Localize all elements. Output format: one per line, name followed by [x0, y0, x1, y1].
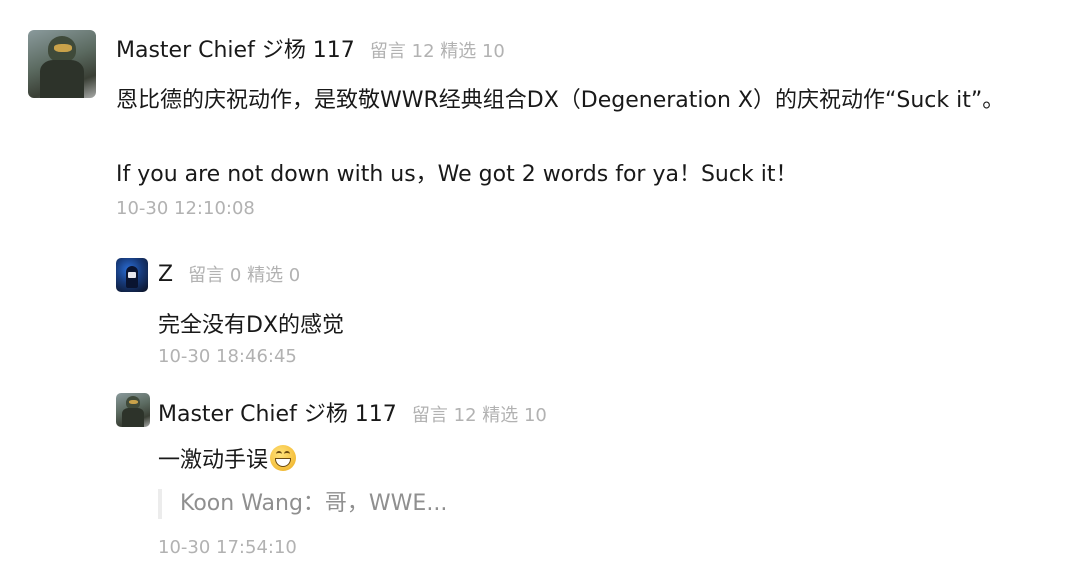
author-name[interactable]: Z	[158, 262, 173, 287]
quote-text: Koon Wang：哥，WWE...	[180, 491, 448, 516]
grinning-face-emoji-icon	[270, 445, 297, 471]
reply-header: Z 留言 0 精选 0	[158, 261, 300, 287]
reply-text-content: 一激动手误	[158, 448, 269, 473]
comment: Master Chief ジ杨 117 留言 12 精选 10 恩比德的庆祝动作…	[0, 0, 1080, 230]
quoted-reply[interactable]: Koon Wang：哥，WWE...	[158, 489, 447, 519]
timestamp: 10-30 18:46:45	[158, 346, 297, 367]
author-stats: 留言 0 精选 0	[188, 265, 301, 286]
author-stats: 留言 12 精选 10	[411, 405, 547, 426]
reply-text: 完全没有DX的感觉	[158, 313, 345, 338]
comment-text-line: If you are not down with us，We got 2 wor…	[116, 162, 798, 187]
avatar[interactable]	[116, 393, 150, 427]
author-stats: 留言 12 精选 10	[369, 41, 505, 62]
comment-text-line: 恩比德的庆祝动作，是致敬WWR经典组合DX（Degeneration X）的庆祝…	[116, 88, 1005, 113]
timestamp: 10-30 17:54:10	[158, 537, 297, 558]
comment-header: Master Chief ジ杨 117 留言 12 精选 10	[116, 32, 505, 64]
avatar[interactable]	[116, 258, 148, 292]
author-name[interactable]: Master Chief ジ杨 117	[116, 38, 355, 63]
timestamp: 10-30 12:10:08	[116, 198, 255, 219]
avatar[interactable]	[28, 30, 96, 98]
reply-text: 一激动手误	[158, 442, 297, 474]
reply: Z 留言 0 精选 0 完全没有DX的感觉 10-30 18:46:45	[0, 250, 1080, 380]
reply: Master Chief ジ杨 117 留言 12 精选 10 一激动手误 Ko…	[0, 385, 1080, 570]
author-name[interactable]: Master Chief ジ杨 117	[158, 402, 397, 427]
reply-header: Master Chief ジ杨 117 留言 12 精选 10	[158, 396, 547, 428]
